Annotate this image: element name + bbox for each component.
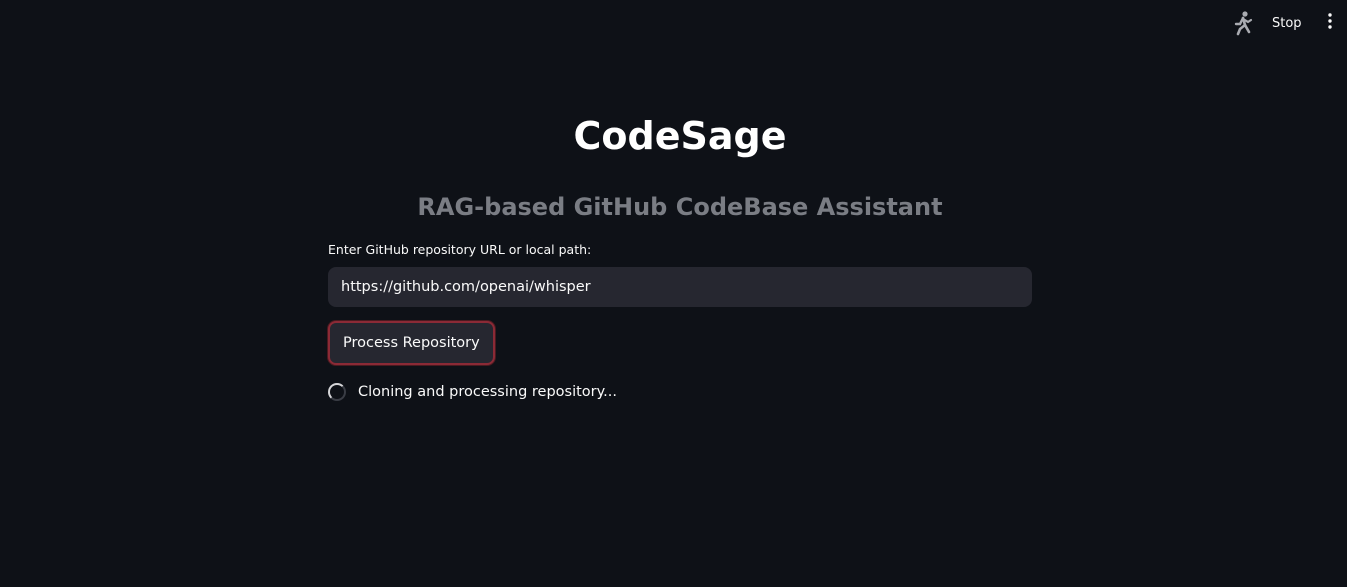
vertical-ellipsis-icon [1328,13,1332,33]
page-subtitle: RAG-based GitHub CodeBase Assistant [417,193,943,221]
running-man-icon [1231,10,1255,36]
page-title: CodeSage [573,114,787,158]
repo-url-input[interactable] [328,267,1032,307]
main-menu-button[interactable] [1320,10,1340,36]
loading-spinner-icon [328,383,346,401]
stop-button[interactable]: Stop [1264,10,1310,36]
status-text: Cloning and processing repository... [358,384,617,400]
status-message: Cloning and processing repository... [328,381,617,403]
process-repository-button[interactable]: Process Repository [328,321,495,365]
repo-url-label: Enter GitHub repository URL or local pat… [328,242,592,257]
